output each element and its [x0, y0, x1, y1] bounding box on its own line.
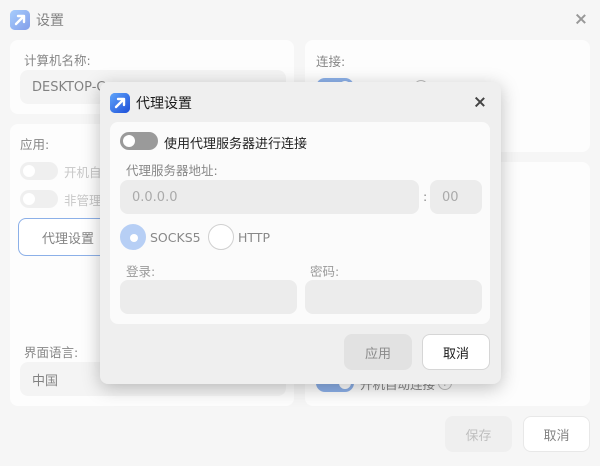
- server-address-input[interactable]: 0.0.0.0: [120, 180, 419, 214]
- login-input[interactable]: [120, 280, 297, 314]
- use-proxy-label: 使用代理服务器进行连接: [164, 137, 308, 152]
- http-label: HTTP: [238, 230, 270, 245]
- port-colon: :: [423, 189, 428, 204]
- http-radio[interactable]: [208, 224, 234, 250]
- dialog-logo-icon: [110, 93, 130, 113]
- use-proxy-toggle[interactable]: [120, 132, 158, 150]
- apply-button[interactable]: 应用: [344, 334, 412, 370]
- server-address-label: 代理服务器地址:: [126, 163, 218, 178]
- port-input[interactable]: 00: [430, 180, 482, 214]
- password-input[interactable]: [305, 280, 482, 314]
- login-label: 登录:: [126, 264, 156, 279]
- proxy-dialog: 代理设置 使用代理服务器进行连接 代理服务器地址: 0.0.0.0 : 00 S…: [100, 82, 501, 384]
- password-label: 密码:: [310, 264, 340, 279]
- dialog-close-icon[interactable]: [472, 94, 488, 110]
- socks5-label: SOCKS5: [150, 230, 201, 245]
- socks5-radio[interactable]: [120, 224, 146, 250]
- dialog-cancel-button[interactable]: 取消: [422, 334, 490, 370]
- dialog-title: 代理设置: [136, 96, 192, 112]
